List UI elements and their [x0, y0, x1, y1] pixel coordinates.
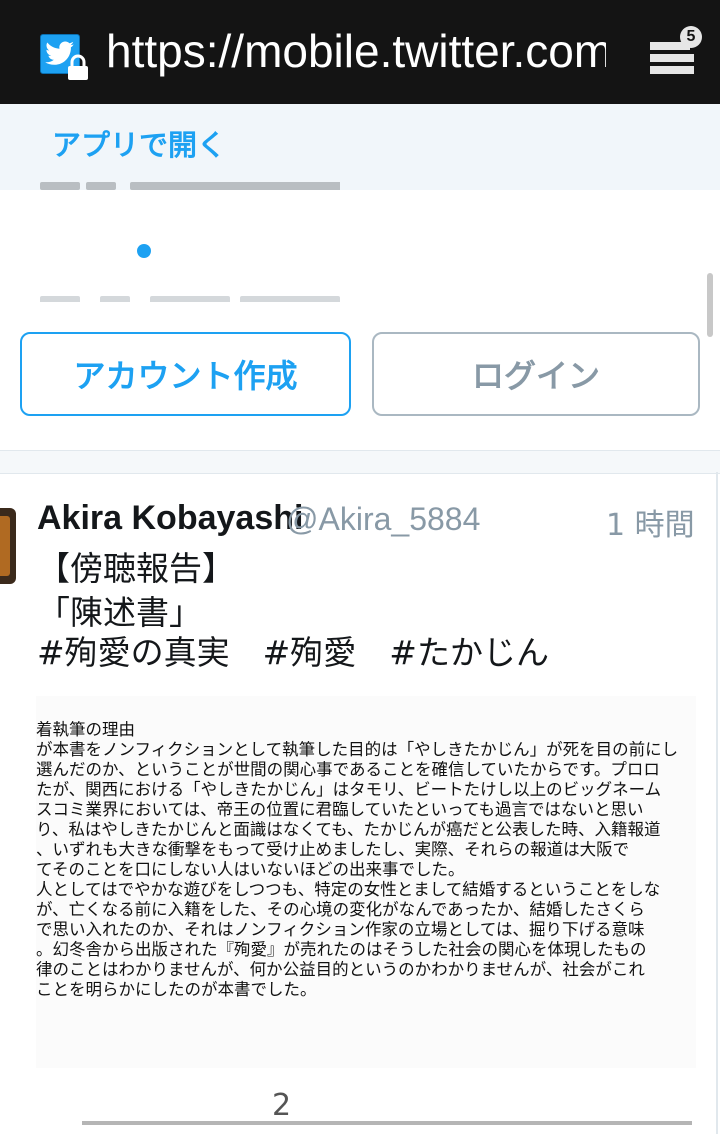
url-text[interactable]: https://mobile.twitter.com [106, 20, 606, 82]
open-in-app-link[interactable]: アプリで開く [52, 122, 226, 164]
image-text-line: 、いずれも大きな衝撃をもって受け止めましたし、実際、それらの報道は大阪で [36, 840, 630, 859]
scrolled-content-top [40, 182, 340, 192]
tweet-author-handle[interactable]: @Akira_5884 [286, 501, 480, 538]
avatar[interactable] [0, 508, 16, 584]
image-text-line: が本書をノンフィクションとして執筆した目的は「やしきたかじん」が死を目の前にし [36, 740, 679, 759]
image-text-line: り、私はやしきたかじんと面識はなくても、たかじんが癌だと公表した時、入籍報道 [36, 820, 661, 839]
tweet-attached-image[interactable]: 着執筆の理由 が本書をノンフィクションとして執筆した目的は「やしきたかじん」が死… [36, 696, 696, 1068]
bottom-divider [82, 1121, 692, 1125]
create-account-button[interactable]: アカウント作成 [20, 332, 351, 416]
image-text-line: 人としてはでやかな遊びをしつつも、特定の女性とまして結婚するということをしな [36, 880, 661, 899]
image-text-line: たが、関西における「やしきたかじん」はタモリ、ビートたけし以上のビッグネーム [36, 780, 662, 799]
scrolled-content-bottom [40, 294, 340, 302]
section-divider [0, 450, 720, 474]
image-page-number: 2 [272, 1088, 292, 1123]
timeline-border [716, 472, 718, 1134]
image-text-line: で思い入れたのか、それはノンフィクション作家の立場としては、掘り下げる意味 [36, 920, 645, 939]
image-text-line: 着執筆の理由 [36, 720, 135, 739]
image-text-line: が、亡くなる前に入籍をした、その心境の変化がなんであったか、結婚したさくら [36, 900, 645, 919]
image-text-line: ことを明らかにしたのが本書でした。 [36, 980, 317, 999]
scrollbar[interactable] [707, 273, 713, 337]
image-text-line: 律のことはわかりませんが、何か公益目的というのかわかりませんが、社会がこれ [36, 960, 645, 979]
browser-url-bar: https://mobile.twitter.com 5 [0, 0, 720, 104]
tab-count-badge: 5 [680, 26, 702, 48]
lock-icon [68, 54, 88, 80]
login-button[interactable]: ログイン [372, 332, 700, 416]
tweet-timestamp[interactable]: 1 時間 [606, 500, 695, 544]
tweet-author-name[interactable]: Akira Kobayashi [37, 499, 303, 538]
carousel-indicator-dot [137, 244, 151, 258]
tweet-text-line: 【傍聴報告】 [37, 549, 235, 588]
tweet-hashtags[interactable]: #殉愛の真実 #殉愛 #たかじん [37, 626, 549, 674]
image-text-line: スコミ業界においては、帝王の位置に君臨していたといっても過言ではないと思い [36, 800, 644, 819]
image-text-line: 選んだのか、ということが世間の関心事であることを確信していたからです。プロロ [36, 760, 660, 779]
image-text-line: 。幻冬舎から出版された『殉愛』が売れたのはそうした社会の関心を体現したもの [36, 940, 647, 959]
image-text-line: てそのことを口にしない人はいないほどの出来事でした。 [36, 860, 465, 879]
